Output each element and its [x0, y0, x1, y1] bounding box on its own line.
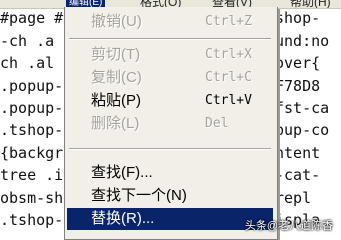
menu-item-label: 查找下一个(N): [91, 187, 187, 204]
menu-item-label: 撤销(U): [91, 13, 142, 30]
code-line: .popup-: [0, 77, 64, 95]
menu-item-find-next[interactable]: 查找下一个(N): [67, 185, 273, 207]
menu-help[interactable]: 帮助(H): [290, 0, 331, 8]
menu-item-replace[interactable]: 替换(R)...: [67, 208, 273, 230]
menu-item-shortcut: Ctrl+Z: [205, 14, 252, 29]
code-line: obsm-sh: [0, 189, 64, 207]
menu-item-shortcut: Ctrl+V: [205, 93, 252, 108]
code-line: .tshop-: [0, 121, 64, 139]
menu-item-label: 复制(C): [91, 69, 142, 86]
menu-item-label: 删除(L): [91, 115, 140, 132]
menu-item-cut[interactable]: 剪切(T) Ctrl+X: [67, 44, 273, 66]
code-line: tree .i: [0, 166, 64, 184]
menu-item-shortcut: Ctrl+X: [205, 47, 252, 62]
code-line: ch .al: [0, 54, 55, 72]
code-line: shop-: [275, 9, 321, 27]
menu-item-find[interactable]: 查找(F)...: [67, 162, 273, 184]
code-line: ntent: [275, 144, 321, 162]
code-line: -ch .a: [0, 32, 55, 50]
code-line: fst-ca: [275, 99, 330, 117]
menu-separator: [69, 38, 271, 40]
code-line: .tshop-: [0, 211, 64, 229]
code-line: -cat-: [275, 166, 321, 184]
menu-separator: [69, 148, 271, 150]
menu-item-label: 剪切(T): [91, 46, 141, 63]
watermark: 头条@老八道陈香: [244, 220, 333, 232]
code-line: repl: [275, 189, 321, 207]
menu-item-label: 粘贴(P): [91, 92, 141, 109]
code-line: F78D8: [275, 77, 321, 95]
code-line: over{: [275, 54, 321, 72]
menu-item-shortcut: Del: [205, 116, 229, 131]
menu-item-shortcut: Ctrl+C: [205, 70, 252, 85]
edit-dropdown-menu: 撤销(U) Ctrl+Z 剪切(T) Ctrl+X 复制(C) Ctrl+C 粘…: [64, 7, 278, 240]
menu-item-delete[interactable]: 删除(L) Del: [67, 113, 273, 135]
menu-item-copy[interactable]: 复制(C) Ctrl+C: [67, 67, 273, 89]
code-line: {backgr: [0, 144, 64, 162]
code-line: pup-co: [275, 121, 330, 139]
menu-item-paste[interactable]: 粘贴(P) Ctrl+V: [67, 90, 273, 112]
menu-item-label: 替换(R)...: [91, 210, 155, 227]
menu-item-label: 查找(F)...: [91, 164, 153, 181]
code-line: .popup-: [0, 99, 64, 117]
code-line: und:no: [275, 32, 330, 50]
menu-item-undo[interactable]: 撤销(U) Ctrl+Z: [67, 11, 273, 33]
code-line: #page #: [0, 9, 64, 27]
